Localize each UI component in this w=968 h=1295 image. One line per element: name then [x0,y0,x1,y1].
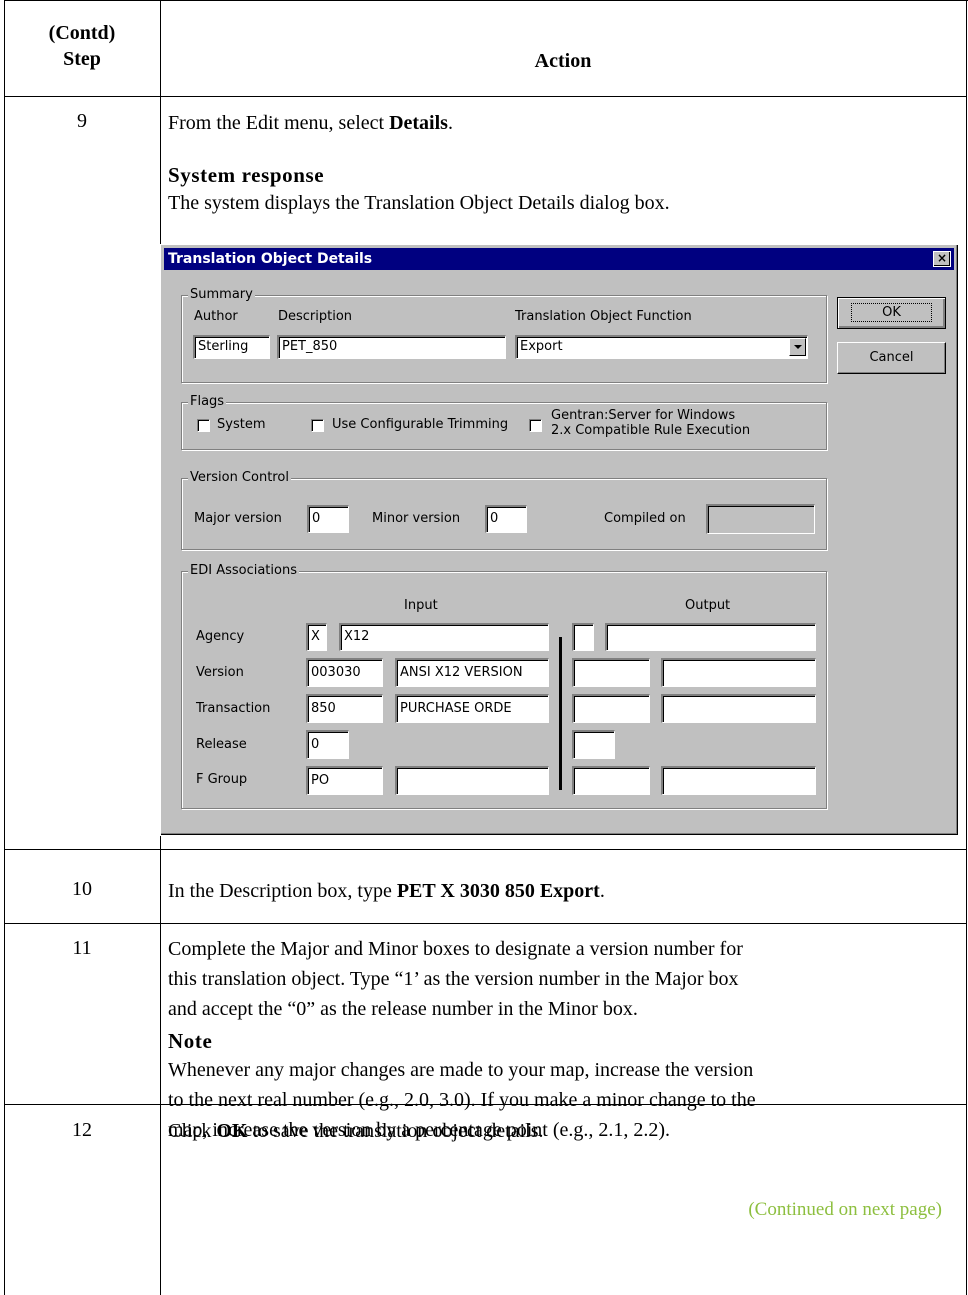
step-text: Click OK to save the translation object … [168,1116,544,1146]
table-border-left [4,0,5,1295]
summary-group-title: Summary [188,287,255,302]
fgroup-code-field[interactable]: PO [306,766,383,795]
author-label: Author [194,309,238,324]
note-heading: Note [168,1029,213,1053]
dialog-title: Translation Object Details [168,251,373,267]
major-version-field[interactable]: 0 [307,505,349,533]
step-header-line1: (Contd) [48,22,116,44]
dialog-titlebar: Translation Object Details × [164,248,954,270]
note-text-line: to the next real number (e.g., 2.0, 3.0)… [168,1089,756,1111]
row-divider [4,923,967,924]
minor-version-label: Minor version [372,511,461,526]
gentran-label: Gentran:Server for Windows 2.x Compatibl… [551,408,750,438]
step-text-pre: Click [168,1120,217,1142]
row-divider [4,849,967,850]
step-text-post: . [599,880,605,902]
author-field[interactable]: Sterling [193,335,270,359]
step-header: (Contd) Step [4,20,160,72]
version-code-field[interactable]: 003030 [306,658,383,687]
step-text: In the Description box, type PET X 3030 … [168,876,605,906]
transaction-name-field[interactable]: PURCHASE ORDE [395,694,549,723]
function-select-value: Export [520,339,563,354]
fgroup-label: F Group [196,772,248,787]
step-text-line: Complete the Major and Minor boxes to de… [168,938,743,960]
description-label: Description [278,309,353,324]
function-label: Translation Object Function [515,309,692,324]
input-output-separator [559,637,562,790]
system-response-heading: System response [168,163,325,187]
gentran-checkbox[interactable] [529,419,542,432]
gentran-label-line1: Gentran:Server for Windows [551,408,736,423]
step-text: Complete the Major and Minor boxes to de… [168,934,743,1024]
agency-code-field[interactable]: X [306,623,327,651]
agency-name-field[interactable]: X12 [339,623,549,651]
function-select[interactable]: Export [515,335,808,359]
step-text-line: and accept the “0” as the release number… [168,998,638,1020]
step-number: 10 [72,878,92,900]
output-version-name-field[interactable] [661,658,816,687]
version-name-field[interactable]: ANSI X12 VERSION [395,658,549,687]
output-transaction-code-field[interactable] [572,694,650,723]
action-header: Action [534,50,592,72]
chevron-down-icon[interactable] [789,338,806,356]
edi-associations-title: EDI Associations [188,563,299,578]
step-text: From the Edit menu, select Details. [168,108,453,138]
translation-object-details-dialog: Translation Object Details × OK Cancel S… [160,244,959,836]
agency-label: Agency [196,629,245,644]
step-number: 12 [72,1119,92,1141]
output-fgroup-code-field[interactable] [572,766,650,795]
system-checkbox[interactable] [197,419,210,432]
fgroup-name-field[interactable] [395,766,549,795]
step-text-post: . [447,112,453,134]
output-agency-name-field[interactable] [605,623,816,651]
release-field[interactable]: 0 [306,730,349,759]
description-field[interactable]: PET_850 [277,335,506,359]
output-agency-code-field[interactable] [572,623,594,651]
system-response-text: The system displays the Translation Obje… [168,192,670,214]
output-transaction-name-field[interactable] [661,694,816,723]
step-text-post: to save the translation object details. [247,1120,544,1142]
ok-button[interactable]: OK [837,297,946,329]
version-control-title: Version Control [188,470,291,485]
output-version-code-field[interactable] [572,658,650,687]
table-border-right [966,0,967,1295]
flags-group-title: Flags [188,394,227,409]
step-text-bold: PET X 3030 850 Export [396,880,600,902]
version-label: Version [196,665,244,680]
table-border-top [4,0,968,1]
trimming-label: Use Configurable Trimming [332,417,509,432]
compiled-on-field [706,504,815,534]
minor-version-field[interactable]: 0 [485,505,527,533]
step-text-bold: OK [216,1120,248,1142]
output-fgroup-name-field[interactable] [661,766,816,795]
ok-button-label: OK [851,303,932,322]
cancel-button[interactable]: Cancel [837,342,946,374]
compiled-on-label: Compiled on [604,511,686,526]
note-text-line: Whenever any major changes are made to y… [168,1059,754,1081]
output-label: Output [685,598,731,613]
step-text-pre: From the Edit menu, select [168,112,390,134]
transaction-label: Transaction [196,701,271,716]
output-release-field[interactable] [572,730,615,759]
step-number: 11 [72,937,92,959]
gentran-label-line2: 2.x Compatible Rule Execution [551,423,751,438]
step-number: 9 [77,110,87,132]
input-label: Input [404,598,438,613]
step-text-bold: Details [389,112,448,134]
release-label: Release [196,737,247,752]
trimming-checkbox[interactable] [311,419,324,432]
transaction-code-field[interactable]: 850 [306,694,383,723]
major-version-label: Major version [194,511,282,526]
step-header-line2: Step [63,48,101,70]
continued-note: (Continued on next page) [748,1199,942,1220]
step-text-line: this translation object. Type “1’ as the… [168,968,739,990]
row-divider [4,96,967,97]
step-text-pre: In the Description box, type [168,880,397,902]
system-label: System [217,417,266,432]
close-icon[interactable]: × [933,251,951,267]
